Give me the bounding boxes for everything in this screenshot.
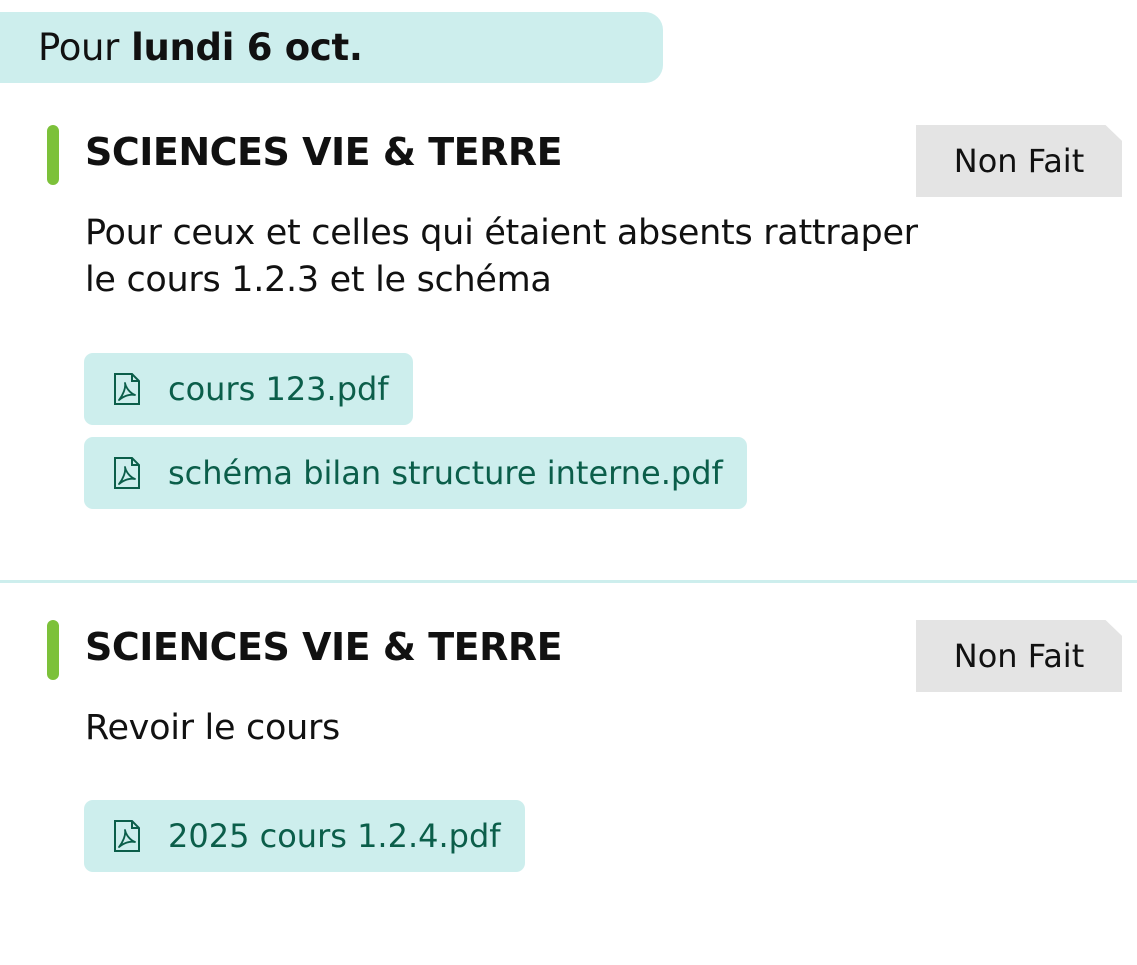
- status-button[interactable]: Non Fait: [916, 620, 1122, 692]
- description-line: Revoir le cours: [85, 708, 340, 748]
- attachment-link[interactable]: schéma bilan structure interne.pdf: [84, 437, 747, 509]
- date-prefix: Pour: [38, 26, 120, 69]
- attachment-link[interactable]: cours 123.pdf: [84, 353, 413, 425]
- subject-color-bar: [47, 620, 59, 680]
- attachment-link[interactable]: 2025 cours 1.2.4.pdf: [84, 800, 525, 872]
- homework-description: Pour ceux et celles qui étaient absents …: [85, 210, 1115, 304]
- homework-page: Pour lundi 6 oct. SCIENCES VIE & TERRE N…: [0, 0, 1137, 965]
- attachment-name: cours 123.pdf: [168, 370, 389, 408]
- subject-title: SCIENCES VIE & TERRE: [85, 625, 563, 669]
- pdf-file-icon: [114, 457, 140, 489]
- description-line: le cours 1.2.3 et le schéma: [85, 260, 552, 300]
- subject-color-bar: [47, 125, 59, 185]
- pdf-file-icon: [114, 373, 140, 405]
- description-line: Pour ceux et celles qui étaient absents …: [85, 213, 918, 253]
- status-button[interactable]: Non Fait: [916, 125, 1122, 197]
- subject-title: SCIENCES VIE & TERRE: [85, 130, 563, 174]
- date-label: lundi 6 oct.: [131, 26, 363, 69]
- attachment-name: 2025 cours 1.2.4.pdf: [168, 817, 501, 855]
- date-header: Pour lundi 6 oct.: [0, 12, 663, 83]
- pdf-file-icon: [114, 820, 140, 852]
- attachment-name: schéma bilan structure interne.pdf: [168, 454, 723, 492]
- homework-description: Revoir le cours: [85, 705, 1115, 752]
- section-divider: [0, 580, 1137, 583]
